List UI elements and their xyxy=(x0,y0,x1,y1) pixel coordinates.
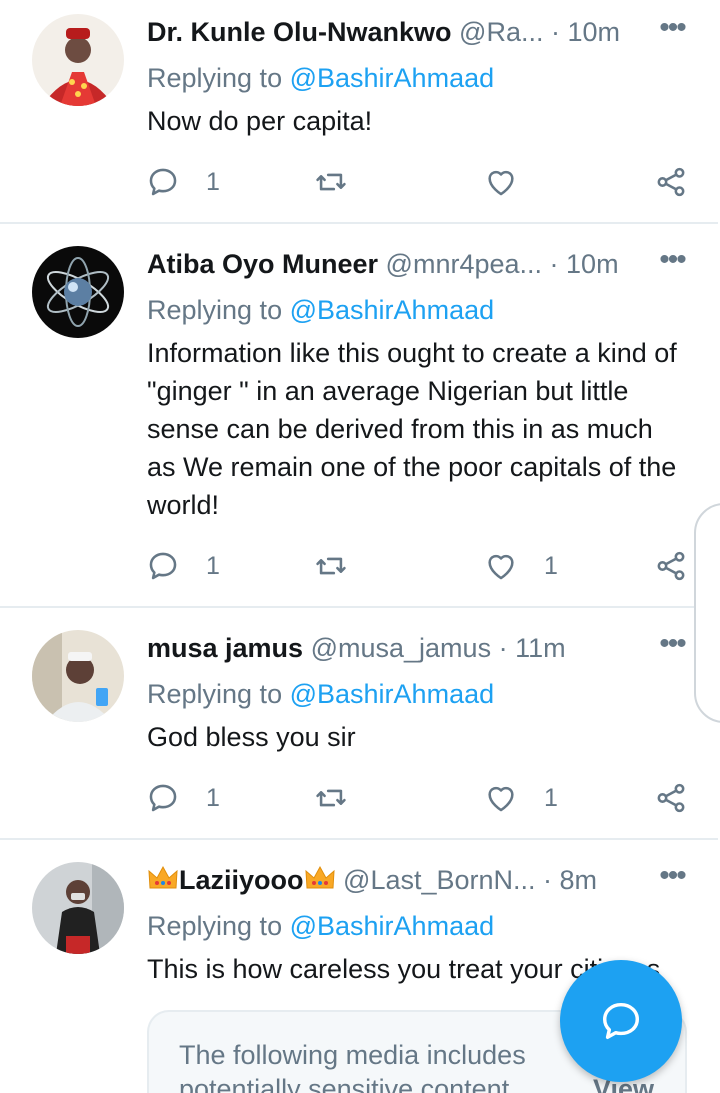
mention-link[interactable]: @BashirAhmaad xyxy=(290,911,495,941)
share-icon xyxy=(657,551,685,581)
tweet[interactable]: musa jamus @musa_jamus · 11m ••• Replyin… xyxy=(0,616,720,838)
compose-reply-button[interactable] xyxy=(560,960,682,1082)
like-count: 1 xyxy=(544,551,558,580)
share-button[interactable] xyxy=(654,778,688,818)
retweet-icon xyxy=(316,173,346,191)
timestamp[interactable]: · 10m xyxy=(550,249,619,279)
retweet-icon xyxy=(316,789,346,807)
tweet-text: Now do per capita! xyxy=(147,106,373,136)
tweet-header: musa jamus @musa_jamus · 11m xyxy=(147,630,667,666)
more-options-icon[interactable]: ••• xyxy=(652,13,692,50)
user-handle[interactable]: @musa_jamus xyxy=(311,633,491,663)
timestamp[interactable]: · 8m xyxy=(543,865,597,895)
heart-icon xyxy=(488,786,514,812)
tweet-text: Information like this ought to create a … xyxy=(147,338,677,520)
display-name[interactable]: Atiba Oyo Muneer xyxy=(147,249,378,279)
reply-count: 1 xyxy=(206,783,220,812)
action-bar: 1 xyxy=(0,162,720,202)
avatar[interactable] xyxy=(32,14,124,106)
user-handle[interactable]: @mnr4pea... xyxy=(386,249,542,279)
edge-panel-handle[interactable] xyxy=(694,503,720,723)
timestamp[interactable]: · 11m xyxy=(499,633,566,663)
reply-count: 1 xyxy=(206,167,220,196)
compose-reply-icon xyxy=(602,1002,640,1040)
replying-prefix: Replying to xyxy=(147,295,283,325)
heart-icon xyxy=(488,170,514,196)
divider xyxy=(0,838,718,840)
reply-icon xyxy=(149,552,177,580)
user-handle[interactable]: @Ra... xyxy=(459,17,543,47)
more-options-icon[interactable]: ••• xyxy=(652,629,692,666)
reply-button[interactable]: 1 xyxy=(146,162,220,202)
more-options-icon[interactable]: ••• xyxy=(652,861,692,898)
display-name[interactable]: Laziiyooo xyxy=(179,865,304,895)
replying-to: Replying to @BashirAhmaad xyxy=(147,60,494,96)
crown-emoji-icon xyxy=(304,865,335,889)
retweet-button[interactable] xyxy=(314,162,348,202)
display-name[interactable]: Dr. Kunle Olu-Nwankwo xyxy=(147,17,452,47)
share-icon xyxy=(657,783,685,813)
like-button[interactable] xyxy=(484,162,518,202)
timestamp[interactable]: · 10m xyxy=(551,17,620,47)
mention-link[interactable]: @BashirAhmaad xyxy=(290,679,495,709)
avatar[interactable] xyxy=(32,862,124,954)
reply-button[interactable]: 1 xyxy=(146,546,220,586)
reply-icon xyxy=(149,784,177,812)
divider xyxy=(0,222,718,224)
retweet-button[interactable] xyxy=(314,546,348,586)
replying-to: Replying to @BashirAhmaad xyxy=(147,292,494,328)
like-button[interactable]: 1 xyxy=(484,778,558,818)
mention-link[interactable]: @BashirAhmaad xyxy=(290,295,495,325)
share-icon xyxy=(657,167,685,197)
tweet-header: Laziiyooo @Last_BornN... · 8m xyxy=(147,862,667,898)
tweet-text: God bless you sir xyxy=(147,722,356,752)
share-button[interactable] xyxy=(654,546,688,586)
tweet-header: Dr. Kunle Olu-Nwankwo @Ra... · 10m xyxy=(147,14,667,50)
replying-prefix: Replying to xyxy=(147,911,283,941)
like-button[interactable]: 1 xyxy=(484,546,558,586)
reply-button[interactable]: 1 xyxy=(146,778,220,818)
action-bar: 1 1 xyxy=(0,778,720,818)
divider xyxy=(0,606,718,608)
display-name[interactable]: musa jamus xyxy=(147,633,303,663)
user-handle[interactable]: @Last_BornN... xyxy=(343,865,536,895)
avatar[interactable] xyxy=(32,246,124,338)
mention-link[interactable]: @BashirAhmaad xyxy=(290,63,495,93)
heart-icon xyxy=(488,554,514,580)
replying-prefix: Replying to xyxy=(147,679,283,709)
replying-to: Replying to @BashirAhmaad xyxy=(147,676,494,712)
sensitive-media-text: The following media includes potentially… xyxy=(179,1040,526,1093)
reply-feed: Dr. Kunle Olu-Nwankwo @Ra... · 10m ••• R… xyxy=(0,0,720,1093)
avatar[interactable] xyxy=(32,630,124,722)
tweet[interactable]: Atiba Oyo Muneer @mnr4pea... · 10m ••• R… xyxy=(0,232,720,606)
reply-count: 1 xyxy=(206,551,220,580)
reply-icon xyxy=(149,168,177,196)
share-button[interactable] xyxy=(654,162,688,202)
replying-to: Replying to @BashirAhmaad xyxy=(147,908,494,944)
action-bar: 1 1 xyxy=(0,546,720,586)
crown-emoji-icon xyxy=(148,865,178,889)
like-count: 1 xyxy=(544,783,558,812)
tweet[interactable]: Dr. Kunle Olu-Nwankwo @Ra... · 10m ••• R… xyxy=(0,0,720,222)
retweet-icon xyxy=(316,557,346,575)
tweet-header: Atiba Oyo Muneer @mnr4pea... · 10m xyxy=(147,246,667,282)
retweet-button[interactable] xyxy=(314,778,348,818)
replying-prefix: Replying to xyxy=(147,63,283,93)
more-options-icon[interactable]: ••• xyxy=(652,245,692,282)
